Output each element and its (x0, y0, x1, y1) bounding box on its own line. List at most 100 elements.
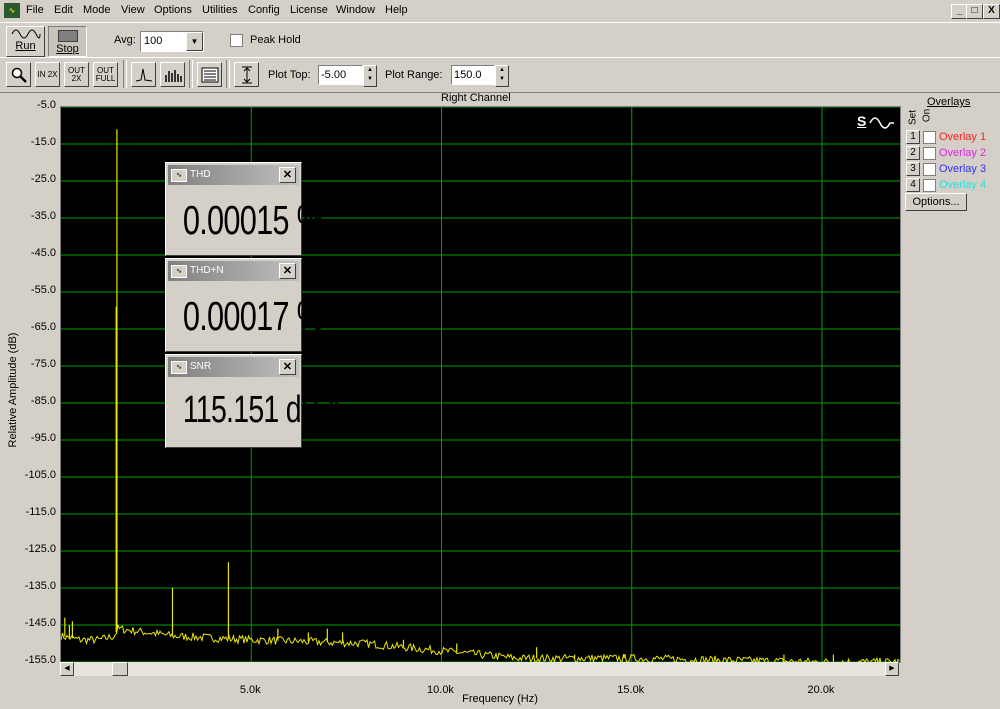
meter-icon: ∿ (171, 169, 187, 182)
overlays-set-header: Set (907, 110, 919, 126)
overlay-4-checkbox[interactable] (923, 179, 936, 192)
overlay-2-set-button[interactable]: 2 (906, 146, 920, 160)
thd-value: 0.00015 % (182, 197, 324, 243)
restore-button[interactable]: □ (966, 4, 983, 19)
y-tick-label: -75.0 (30, 358, 56, 370)
run-wave-icon (11, 29, 40, 39)
thd-n-meter-title: THD+N (190, 265, 224, 276)
close-icon[interactable]: ✕ (279, 359, 296, 375)
meter-icon: ∿ (171, 265, 187, 278)
overlay-2-checkbox[interactable] (923, 147, 936, 160)
plot-range-input[interactable]: 150.0 (451, 65, 495, 85)
plot-range-spinner[interactable]: ▲ ▼ (495, 65, 509, 87)
app-icon[interactable]: ∿ (4, 3, 20, 18)
snr-meter-title: SNR (190, 361, 212, 372)
stop-icon (57, 30, 78, 42)
toolbar-separator (226, 60, 230, 88)
y-tick-label: -155.0 (24, 654, 56, 666)
plot-title: Right Channel (441, 92, 511, 104)
thd-meter-titlebar[interactable]: ∿ THD ✕ (168, 165, 299, 185)
zoom-out-2x-button[interactable]: OUT 2X (64, 62, 89, 87)
y-tick-label: -65.0 (30, 321, 56, 333)
spectrum-trace (61, 623, 900, 662)
y-tick-label: -85.0 (30, 395, 56, 407)
avg-select[interactable]: 100 ▼ (140, 31, 204, 52)
overlay-1-checkbox[interactable] (923, 131, 936, 144)
x-tick-label: 20.0k (807, 684, 835, 696)
plot-top-label: Plot Top: (268, 69, 311, 81)
y-tick-label: -55.0 (30, 284, 56, 296)
menu-help[interactable]: Help (385, 4, 408, 16)
y-tick-label: -35.0 (30, 210, 56, 222)
close-icon[interactable]: ✕ (279, 263, 296, 279)
avg-value: 100 (144, 35, 163, 47)
toolbar-separator (189, 60, 193, 88)
menu-utilities[interactable]: Utilities (202, 4, 237, 16)
readings-list-icon[interactable] (197, 62, 222, 87)
plot-range-value: 150.0 (454, 69, 482, 81)
peak-hold-checkbox[interactable] (230, 34, 243, 47)
menu-window[interactable]: Window (336, 4, 375, 16)
overlay-1-set-button[interactable]: 1 (906, 130, 920, 144)
scroll-right-button[interactable]: ▶ (885, 662, 899, 676)
sine-wave-icon (869, 117, 894, 129)
stop-button[interactable]: Stop (48, 26, 87, 57)
run-button[interactable]: Run (6, 26, 45, 57)
thd-n-meter-titlebar[interactable]: ∿ THD+N ✕ (168, 261, 299, 281)
peak-hold-label: Peak Hold (250, 34, 301, 46)
overlay-options-button[interactable]: Options... (905, 193, 967, 211)
autoscale-icon[interactable] (234, 62, 259, 87)
plot-top-value: -5.00 (321, 69, 347, 81)
zoom-icon[interactable] (6, 62, 31, 87)
y-tick-label: -135.0 (24, 580, 56, 592)
thd-n-meter[interactable]: ∿ THD+N ✕ 0.00017 % (165, 258, 324, 352)
snr-meter[interactable]: ∿ SNR ✕ 115.151 dB A (165, 354, 344, 448)
scroll-left-button[interactable]: ◀ (60, 662, 74, 676)
toolbar-run: Run Stop Avg: 100 ▼ Peak Hold (0, 22, 1000, 58)
overlay-4-set-button[interactable]: 4 (906, 178, 920, 192)
y-tick-label: -15.0 (30, 136, 56, 148)
meter-icon: ∿ (171, 361, 187, 374)
y-tick-label: -95.0 (30, 432, 56, 444)
overlay-3-set-button[interactable]: 3 (906, 162, 920, 176)
menu-mode[interactable]: Mode (83, 4, 111, 16)
scroll-thumb[interactable] (112, 662, 128, 676)
overlay-2-label: Overlay 2 (939, 147, 987, 159)
menu-file[interactable]: File (26, 4, 44, 16)
thd-meter[interactable]: ∿ THD ✕ 0.00015 % (165, 162, 324, 256)
stop-label: Stop (56, 43, 79, 55)
menu-license[interactable]: License (290, 4, 328, 16)
overlay-3-label: Overlay 3 (939, 163, 987, 175)
y-tick-label: -125.0 (24, 543, 56, 555)
menu-config[interactable]: Config (248, 4, 280, 16)
bar-view-icon[interactable] (160, 62, 185, 87)
toolbar-plot: IN 2X OUT 2X OUT FULL Plot Top: -5.00 ▲ ▼… (0, 57, 1000, 93)
close-button[interactable]: X (983, 4, 1000, 19)
zoom-in-2x-button[interactable]: IN 2X (35, 62, 60, 87)
y-tick-label: -105.0 (24, 469, 56, 481)
x-tick-label: 15.0k (617, 684, 645, 696)
plot-top-input[interactable]: -5.00 (318, 65, 363, 85)
plot-top-spinner[interactable]: ▲ ▼ (363, 65, 377, 87)
zoom-out-full-button[interactable]: OUT FULL (93, 62, 118, 87)
overlay-4-label: Overlay 4 (939, 179, 987, 191)
menu-options[interactable]: Options (154, 4, 192, 16)
snr-meter-titlebar[interactable]: ∿ SNR ✕ (168, 357, 299, 377)
x-axis-label: Frequency (Hz) (462, 693, 538, 705)
toolbar-separator (123, 60, 127, 88)
x-tick-label: 5.0k (239, 684, 261, 696)
thd-meter-title: THD (190, 169, 211, 180)
plot-range-label: Plot Range: (385, 69, 443, 81)
horizontal-scrollbar[interactable]: ◀ ▶ (60, 662, 899, 676)
line-view-icon[interactable] (131, 62, 156, 87)
menu-view[interactable]: View (121, 4, 145, 16)
menu-bar: ∿ File Edit Mode View Options Utilities … (0, 0, 1000, 22)
y-tick-label: -45.0 (30, 247, 56, 259)
menu-edit[interactable]: Edit (54, 4, 73, 16)
close-icon[interactable]: ✕ (279, 167, 296, 183)
chevron-down-icon[interactable]: ▼ (186, 32, 203, 51)
y-tick-label: -5.0 (37, 99, 56, 111)
overlay-status-icon[interactable]: S (857, 113, 895, 133)
overlay-3-checkbox[interactable] (923, 163, 936, 176)
snr-value: 115.151 dB A (182, 389, 344, 431)
